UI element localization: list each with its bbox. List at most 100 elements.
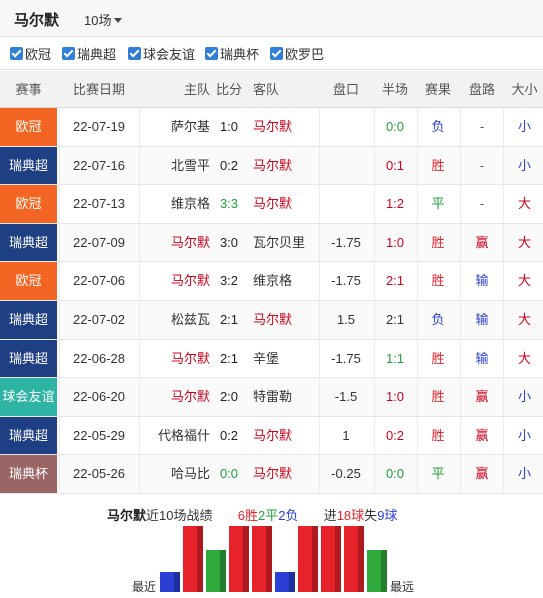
- column-divider: [59, 378, 60, 417]
- home-team[interactable]: 马尔默: [142, 340, 210, 378]
- column-divider: [503, 455, 504, 494]
- score: 3:3: [219, 196, 239, 212]
- competition-badge[interactable]: 瑞典杯: [0, 455, 57, 493]
- caret-down-icon: [114, 18, 123, 23]
- half-score: 0:0: [385, 466, 405, 482]
- away-team[interactable]: 马尔默: [253, 301, 317, 339]
- result: 胜: [431, 234, 445, 250]
- home-team[interactable]: 维京格: [142, 185, 210, 223]
- column-divider: [503, 339, 504, 378]
- column-divider: [503, 108, 504, 146]
- table-row[interactable]: 球会友谊 22-06-20 马尔默 2:0 特雷勒 -1.5 1:0 胜 赢 小: [0, 378, 543, 417]
- away-team[interactable]: 辛堡: [253, 340, 317, 378]
- table-row[interactable]: 欧冠 22-07-13 维京格 3:3 马尔默 1:2 平 - 大: [0, 185, 543, 224]
- column-divider: [460, 339, 461, 378]
- summary-wins: 6胜: [237, 508, 258, 523]
- away-team[interactable]: 马尔默: [253, 455, 317, 493]
- handicap: -1.75: [331, 273, 361, 289]
- home-team[interactable]: 哈马比: [142, 455, 210, 493]
- column-divider: [460, 378, 461, 417]
- away-team[interactable]: 维京格: [253, 262, 317, 300]
- away-team[interactable]: 马尔默: [253, 108, 317, 146]
- half-score: 2:1: [385, 273, 405, 289]
- handicap-result: 赢: [475, 466, 489, 482]
- score: 2:1: [219, 311, 239, 327]
- checkbox-checked-icon[interactable]: [205, 47, 218, 60]
- table-row[interactable]: 瑞典超 22-07-02 松兹瓦 2:1 马尔默 1.5 2:1 负 输 大: [0, 300, 543, 340]
- form-chart: 最近 最远: [130, 522, 430, 598]
- score: 2:0: [219, 389, 239, 405]
- form-bar-3: [229, 526, 249, 592]
- table-row[interactable]: 瑞典超 22-07-09 马尔默 3:0 瓦尔贝里 -1.75 1:0 胜 赢 大: [0, 223, 543, 263]
- filter-label: 瑞典超: [77, 47, 117, 62]
- column-header-8: 盘路: [468, 82, 495, 97]
- home-team[interactable]: 马尔默: [142, 262, 210, 300]
- filter-0[interactable]: 欧冠: [10, 45, 51, 62]
- checkbox-checked-icon[interactable]: [128, 47, 141, 60]
- away-team[interactable]: 马尔默: [253, 417, 317, 455]
- match-count-dropdown[interactable]: 10场: [84, 10, 123, 29]
- home-team[interactable]: 马尔默: [142, 224, 210, 262]
- table-row[interactable]: 瑞典杯 22-05-26 哈马比 0:0 马尔默 -0.25 0:0 平 赢 小: [0, 455, 543, 494]
- column-divider: [374, 262, 375, 301]
- form-bar-6: [298, 526, 318, 592]
- away-team[interactable]: 瓦尔贝里: [253, 224, 317, 262]
- filter-1[interactable]: 瑞典超: [62, 45, 116, 62]
- over-under: 小: [517, 119, 531, 134]
- table-row[interactable]: 欧冠 22-07-06 马尔默 3:2 维京格 -1.75 2:1 胜 输 大: [0, 262, 543, 301]
- over-under: 大: [517, 273, 531, 289]
- column-divider: [417, 262, 418, 301]
- checkbox-checked-icon[interactable]: [10, 47, 23, 60]
- handicap-result: 赢: [475, 427, 489, 443]
- table-row[interactable]: 瑞典超 22-07-16 北雪平 0:2 马尔默 0:1 胜 - 小: [0, 146, 543, 186]
- column-divider: [139, 300, 140, 339]
- column-divider: [374, 146, 375, 185]
- competition-badge[interactable]: 瑞典超: [0, 223, 57, 262]
- summary-goals-against-prefix: 失: [364, 508, 378, 523]
- match-date: 22-05-26: [72, 466, 126, 482]
- column-divider: [374, 455, 375, 494]
- column-divider: [139, 185, 140, 224]
- result: 负: [431, 311, 445, 327]
- competition-badge[interactable]: 欧冠: [0, 262, 57, 300]
- handicap-result: 输: [475, 273, 489, 289]
- filter-2[interactable]: 球会友谊: [128, 45, 195, 62]
- home-team[interactable]: 马尔默: [142, 378, 210, 416]
- table-row[interactable]: 欧冠 22-07-19 萨尔基 1:0 马尔默 0:0 负 - 小: [0, 108, 543, 147]
- competition-badge[interactable]: 瑞典超: [0, 339, 57, 378]
- column-divider: [319, 455, 320, 494]
- column-header-1: 比赛日期: [72, 82, 125, 97]
- handicap-result: 赢: [475, 234, 489, 250]
- home-team[interactable]: 北雪平: [142, 147, 210, 185]
- filter-3[interactable]: 瑞典杯: [205, 45, 259, 62]
- column-divider: [319, 185, 320, 224]
- home-team[interactable]: 代格福什: [142, 417, 210, 455]
- filter-label: 瑞典杯: [220, 47, 260, 62]
- column-divider: [374, 223, 375, 262]
- home-team[interactable]: 萨尔基: [142, 108, 210, 146]
- column-divider: [139, 416, 140, 455]
- column-divider: [59, 262, 60, 301]
- competition-badge[interactable]: 瑞典超: [0, 416, 57, 455]
- handicap-result: -: [479, 157, 485, 173]
- away-team[interactable]: 特雷勒: [253, 378, 317, 416]
- competition-badge[interactable]: 瑞典超: [0, 146, 57, 185]
- away-team[interactable]: 马尔默: [253, 185, 317, 223]
- away-team[interactable]: 马尔默: [253, 147, 317, 185]
- column-divider: [59, 146, 60, 185]
- home-team[interactable]: 松兹瓦: [142, 301, 210, 339]
- competition-badge[interactable]: 瑞典超: [0, 300, 57, 339]
- table-row[interactable]: 瑞典超 22-05-29 代格福什 0:2 马尔默 1 0:2 胜 赢 小: [0, 416, 543, 456]
- summary-recent: 近10场战绩: [146, 508, 213, 523]
- team-title: 马尔默: [14, 12, 60, 29]
- column-divider: [417, 378, 418, 417]
- filter-4[interactable]: 欧罗巴: [270, 45, 324, 62]
- column-divider: [139, 378, 140, 417]
- table-row[interactable]: 瑞典超 22-06-28 马尔默 2:1 辛堡 -1.75 1:1 胜 输 大: [0, 339, 543, 379]
- checkbox-checked-icon[interactable]: [62, 47, 75, 60]
- competition-badge[interactable]: 球会友谊: [0, 378, 57, 416]
- column-divider: [417, 108, 418, 146]
- competition-badge[interactable]: 欧冠: [0, 108, 57, 146]
- competition-badge[interactable]: 欧冠: [0, 185, 57, 223]
- checkbox-checked-icon[interactable]: [270, 47, 283, 60]
